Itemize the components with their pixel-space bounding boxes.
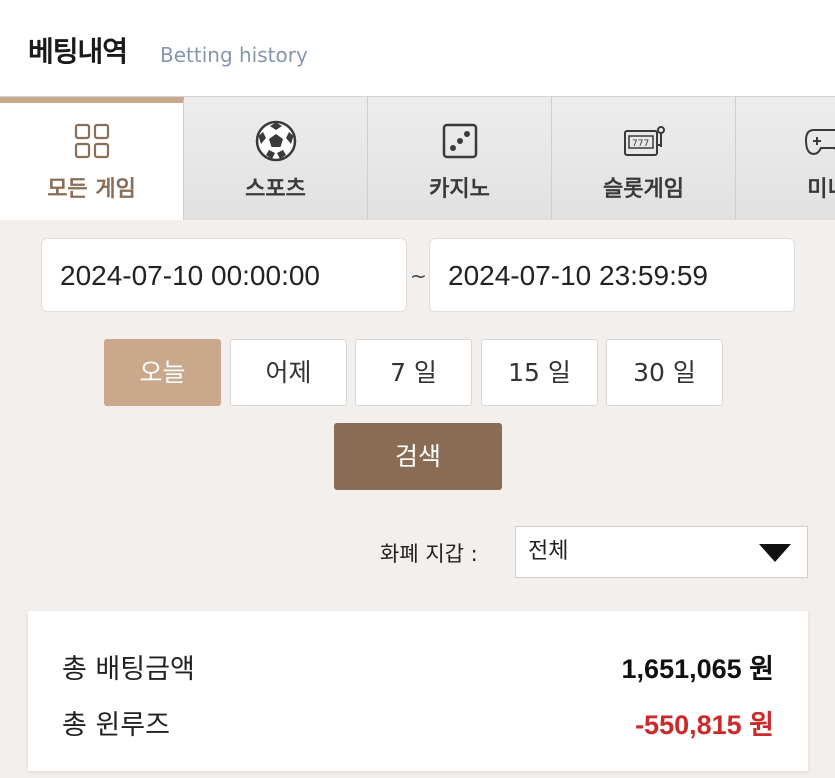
tab-label: 모든 게임	[47, 177, 136, 202]
tab-mini[interactable]: 미니	[736, 97, 835, 220]
date-separator: ~	[410, 264, 427, 288]
total-winloss-label: 총 윈루즈	[62, 710, 170, 741]
dice-icon	[368, 121, 551, 161]
page-subtitle: Betting history	[160, 43, 308, 67]
tab-label: 미니	[807, 177, 835, 202]
total-winloss-value: -550,815 원	[635, 710, 774, 740]
tab-slots[interactable]: 777 슬롯게임	[552, 97, 736, 220]
today-button[interactable]: 오늘	[104, 339, 221, 406]
wallet-select[interactable]: 전체	[515, 526, 808, 578]
yesterday-button[interactable]: 어제	[230, 339, 347, 406]
15-days-button[interactable]: 15 일	[481, 339, 598, 406]
30-days-button[interactable]: 30 일	[606, 339, 723, 406]
tab-casino[interactable]: 카지노	[368, 97, 552, 220]
tab-label: 카지노	[429, 177, 490, 202]
slot-machine-icon: 777	[552, 121, 735, 161]
total-bet-row: 총 배팅금액 1,651,065 원	[62, 647, 774, 687]
wallet-label: 화폐 지갑 :	[380, 542, 478, 566]
total-bet-label: 총 배팅금액	[62, 654, 195, 685]
tab-label: 스포츠	[245, 177, 306, 202]
dropdown-arrow-icon	[759, 544, 791, 562]
start-date-field[interactable]: 2024-07-10 00:00:00	[41, 238, 407, 312]
end-date-field[interactable]: 2024-07-10 23:59:59	[429, 238, 795, 312]
summary-panel: 총 배팅금액 1,651,065 원 총 윈루즈 -550,815 원	[28, 611, 808, 771]
tab-label: 슬롯게임	[603, 177, 684, 202]
total-winloss-row: 총 윈루즈 -550,815 원	[62, 703, 774, 743]
total-bet-value: 1,651,065 원	[621, 654, 774, 684]
game-tabs: 모든 게임 스포츠 카지노 777 슬롯게임 미	[0, 96, 835, 220]
svg-text:777: 777	[632, 139, 649, 149]
7-days-button[interactable]: 7 일	[355, 339, 472, 406]
tab-all-games[interactable]: 모든 게임	[0, 97, 184, 220]
soccer-ball-icon	[184, 120, 367, 162]
gamepad-icon	[736, 121, 835, 161]
search-button[interactable]: 검색	[334, 423, 502, 490]
tab-sports[interactable]: 스포츠	[184, 97, 368, 220]
wallet-selected-value: 전체	[528, 539, 569, 564]
page-title: 베팅내역	[28, 35, 128, 68]
grid-icon	[0, 121, 183, 161]
page-header: 베팅내역 Betting history	[0, 0, 835, 96]
